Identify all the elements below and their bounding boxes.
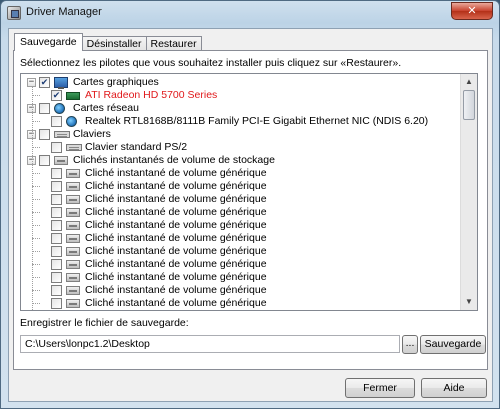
tree-node-label: Cliché instantané de volume générique xyxy=(85,245,267,257)
driver-checkbox[interactable] xyxy=(51,142,62,153)
driver-checkbox[interactable] xyxy=(51,298,62,309)
tree-guide-line xyxy=(32,225,40,226)
keyboard-icon xyxy=(66,144,82,151)
tab-desinstaller[interactable]: Désinstaller xyxy=(81,36,147,51)
tree-node-label: Cliché instantané de volume générique xyxy=(85,297,267,309)
tab-sauvegarde[interactable]: Sauvegarde xyxy=(14,33,83,51)
display-card-icon xyxy=(66,92,80,100)
tree-guide-line xyxy=(32,173,40,174)
drive-icon xyxy=(66,247,80,256)
driver-tree[interactable]: − ✔ Cartes graphiques ✔ ATI Radeon HD 5700 S… xyxy=(20,73,478,311)
scroll-up-arrow-icon[interactable]: ▲ xyxy=(461,74,477,90)
driver-checkbox[interactable] xyxy=(51,116,62,127)
scroll-down-arrow-icon[interactable]: ▼ xyxy=(461,294,477,310)
display-icon xyxy=(54,77,68,89)
tree-node-label: Cliché instantané de volume générique xyxy=(85,310,267,311)
network-icon xyxy=(54,103,65,114)
tree-node-label: Cliché instantané de volume générique xyxy=(85,180,267,192)
tree-node-label: Clavier standard PS/2 xyxy=(85,141,188,153)
tree-guide-line xyxy=(32,290,40,291)
keyboard-icon xyxy=(54,131,70,138)
drive-icon xyxy=(66,273,80,282)
tree-node-label: Cliché instantané de volume générique xyxy=(85,232,267,244)
close-dialog-button[interactable]: Fermer xyxy=(345,378,415,398)
driver-checkbox[interactable] xyxy=(51,246,62,257)
tab-strip: Sauvegarde Désinstaller Restaurer xyxy=(14,33,202,51)
driver-manager-window: Driver Manager ✕ Sauvegarde Désinstaller… xyxy=(0,0,500,409)
tree-guide-line xyxy=(32,199,40,200)
backup-button[interactable]: Sauvegarde xyxy=(420,335,486,354)
tab-restaurer[interactable]: Restaurer xyxy=(145,36,202,51)
save-path-input[interactable] xyxy=(20,335,400,353)
driver-checkbox[interactable] xyxy=(51,194,62,205)
drive-icon xyxy=(66,221,80,230)
tree-guide-line xyxy=(32,238,40,239)
tree-node-label: Cliché instantané de volume générique xyxy=(85,271,267,283)
drive-icon xyxy=(66,169,80,178)
tree-guide-line xyxy=(32,251,40,252)
tree-guide-line xyxy=(32,186,40,187)
drive-icon xyxy=(66,260,80,269)
driver-checkbox[interactable] xyxy=(39,129,50,140)
driver-checkbox[interactable] xyxy=(39,103,50,114)
driver-checkbox[interactable] xyxy=(51,220,62,231)
scroll-thumb[interactable] xyxy=(463,90,475,120)
tree-guide-line xyxy=(32,147,40,148)
tree-node-label: ATI Radeon HD 5700 Series xyxy=(85,89,218,101)
app-icon xyxy=(7,6,21,20)
tree-node-label: Cliché instantané de volume générique xyxy=(85,193,267,205)
browse-button[interactable]: ... xyxy=(402,335,418,354)
tree-node-label: Cartes graphiques xyxy=(73,76,159,88)
drive-icon xyxy=(66,195,80,204)
help-button[interactable]: Aide xyxy=(421,378,487,398)
title-bar[interactable]: Driver Manager ✕ xyxy=(1,1,499,25)
driver-checkbox[interactable]: ✔ xyxy=(51,90,62,101)
network-icon xyxy=(66,116,77,127)
tree-guide-line xyxy=(32,264,40,265)
tree-node-label: Cliché instantané de volume générique xyxy=(85,219,267,231)
driver-checkbox[interactable] xyxy=(51,181,62,192)
tree-guide-line xyxy=(32,277,40,278)
window-close-button[interactable]: ✕ xyxy=(451,2,493,20)
drive-icon xyxy=(54,156,68,165)
tree-node-label: Cliché instantané de volume générique xyxy=(85,284,267,296)
driver-checkbox[interactable] xyxy=(51,207,62,218)
tree-node-label: Realtek RTL8168B/8111B Family PCI-E Giga… xyxy=(85,115,429,127)
drive-icon xyxy=(66,182,80,191)
drive-icon xyxy=(66,286,80,295)
tree-node-label: Cartes réseau xyxy=(73,102,139,114)
client-area: Sauvegarde Désinstaller Restaurer Sélect… xyxy=(8,28,493,402)
save-file-label: Enregistrer le fichier de sauvegarde: xyxy=(20,317,189,329)
tree-node-label: Cliché instantané de volume générique xyxy=(85,206,267,218)
driver-checkbox[interactable] xyxy=(51,233,62,244)
driver-checkbox[interactable] xyxy=(51,259,62,270)
driver-checkbox[interactable] xyxy=(51,168,62,179)
tree-guide-line xyxy=(32,95,40,96)
tree-guide-line xyxy=(32,121,40,122)
tab-panel-sauvegarde: Sélectionnez les pilotes que vous souhai… xyxy=(13,50,488,370)
tree-node-label: Claviers xyxy=(73,128,111,140)
driver-checkbox[interactable] xyxy=(51,285,62,296)
drive-icon xyxy=(66,299,80,308)
window-title: Driver Manager xyxy=(26,6,102,18)
driver-checkbox[interactable] xyxy=(51,272,62,283)
drive-icon xyxy=(66,208,80,217)
tree-guide-line xyxy=(32,303,40,304)
tree-node-label: Cliché instantané de volume générique xyxy=(85,258,267,270)
tree-vertical-scrollbar[interactable]: ▲ ▼ xyxy=(460,74,477,310)
tree-guide-line xyxy=(32,212,40,213)
tree-node-label: Cliché instantané de volume générique xyxy=(85,167,267,179)
driver-checkbox[interactable]: ✔ xyxy=(39,77,50,88)
driver-checkbox[interactable] xyxy=(39,155,50,166)
drive-icon xyxy=(66,234,80,243)
tree-node-label: Clichés instantanés de volume de stockag… xyxy=(73,154,275,166)
tree-guide-line xyxy=(32,86,33,310)
instructions-text: Sélectionnez les pilotes que vous souhai… xyxy=(20,57,402,69)
